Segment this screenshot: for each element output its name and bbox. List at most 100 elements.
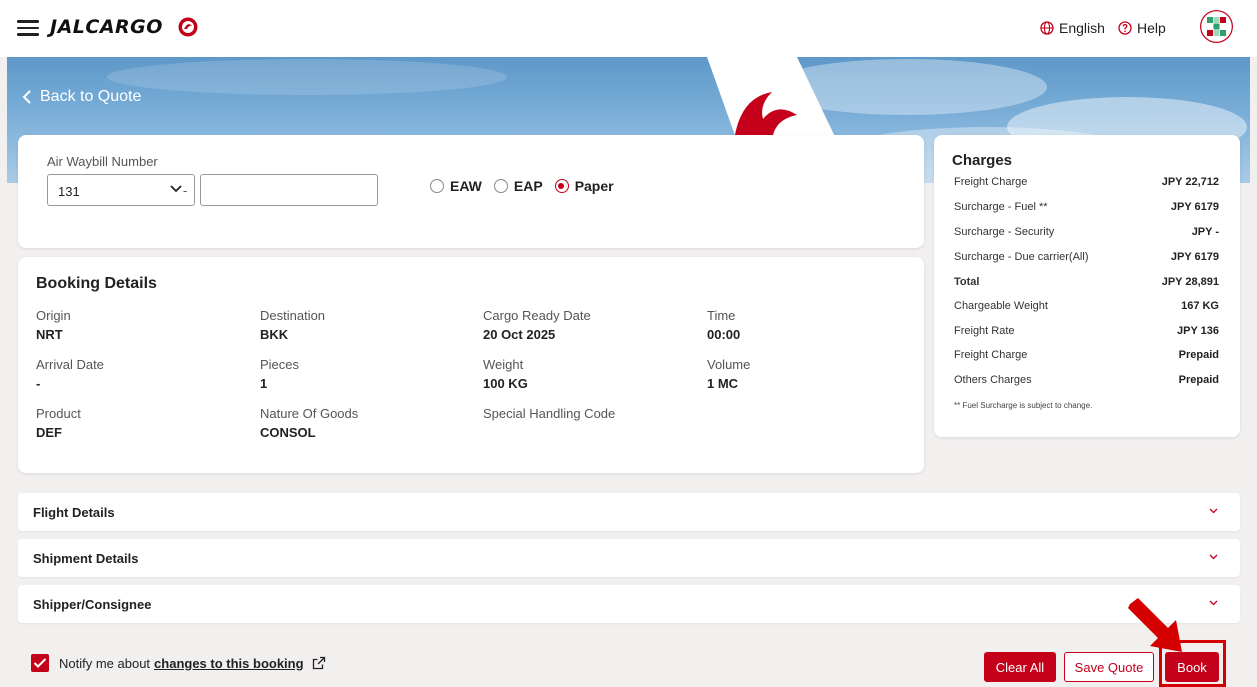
awb-label: Air Waybill Number (47, 154, 158, 169)
chevron-down-icon (170, 185, 182, 193)
charge-label: Surcharge - Security (954, 226, 1055, 238)
avatar[interactable] (1200, 10, 1233, 43)
booking-details-card: Booking Details Origin NRT Destination B… (18, 257, 924, 473)
help-icon (1118, 21, 1132, 35)
charge-value: Prepaid (1178, 349, 1219, 361)
field-label: Arrival Date (36, 357, 104, 372)
field-nature-of-goods: Nature Of Goods CONSOL (260, 406, 358, 440)
awb-number-input[interactable] (200, 174, 378, 206)
avatar-icon (1200, 10, 1233, 43)
field-origin: Origin NRT (36, 308, 71, 342)
crane-logo-icon (178, 17, 198, 37)
field-label: Volume (707, 357, 751, 372)
charge-label: Freight Charge (954, 349, 1028, 361)
charge-row: Freight Charge JPY 22,712 (954, 176, 1219, 188)
charge-value: JPY 6179 (1170, 201, 1219, 213)
brand-logo[interactable]: JALCARGO (50, 16, 163, 38)
radio-eaw-label: EAW (450, 178, 482, 194)
awb-type-radio-group: EAW EAP Paper (430, 178, 620, 194)
charge-label: Total (954, 276, 980, 288)
radio-paper-label: Paper (574, 178, 614, 194)
field-destination: Destination BKK (260, 308, 325, 342)
help-link[interactable]: Help (1118, 20, 1166, 36)
clear-all-button[interactable]: Clear All (984, 652, 1056, 682)
booking-details-title: Booking Details (36, 275, 157, 292)
checkmark-icon (33, 658, 47, 668)
save-quote-button[interactable]: Save Quote (1064, 652, 1154, 682)
field-value: 1 MC (707, 376, 739, 391)
field-value: NRT (36, 327, 63, 342)
pointer-arrow-icon (1128, 598, 1182, 652)
field-value: 20 Oct 2025 (483, 327, 556, 342)
chevron-down-icon (1209, 508, 1218, 514)
field-volume: Volume 1 MC (707, 357, 750, 391)
charge-value: JPY - (1191, 226, 1219, 238)
field-value: - (36, 376, 41, 391)
accordion-shipment-details[interactable]: Shipment Details (18, 539, 1240, 577)
awb-separator: - (183, 183, 188, 198)
top-bar: JALCARGO English Help (0, 0, 1257, 57)
notify-row: Notify me about changes to this booking (31, 654, 326, 672)
accordion-title: Flight Details (33, 505, 115, 520)
radio-paper[interactable] (554, 179, 569, 193)
field-label: Time (707, 308, 736, 323)
field-label: Nature Of Goods (260, 406, 359, 421)
awb-prefix-select[interactable]: 131 (47, 174, 195, 206)
field-label: Destination (260, 308, 326, 323)
charge-value: JPY 28,891 (1161, 276, 1219, 288)
accordion-flight-details[interactable]: Flight Details (18, 493, 1240, 531)
field-value: CONSOL (260, 425, 316, 440)
field-special-handling-code: Special Handling Code (483, 406, 615, 425)
external-link-icon[interactable] (312, 656, 326, 670)
charge-row: Surcharge - Due carrier(All) JPY 6179 (954, 251, 1219, 263)
chevron-down-icon (1209, 600, 1218, 606)
field-value: 00:00 (707, 327, 741, 342)
field-value: 100 KG (483, 376, 528, 391)
back-to-quote-link[interactable]: Back to Quote (22, 88, 141, 106)
field-label: Product (36, 406, 81, 421)
charge-label: Freight Charge (954, 176, 1028, 188)
charge-row: Surcharge - Security JPY - (954, 226, 1219, 238)
field-cargo-ready-date: Cargo Ready Date 20 Oct 2025 (483, 308, 591, 342)
charge-label: Others Charges (954, 374, 1032, 386)
charge-row: Others Charges Prepaid (954, 374, 1219, 386)
help-label: Help (1137, 20, 1166, 36)
language-label: English (1059, 20, 1105, 36)
field-value: 1 (260, 376, 268, 391)
charge-row: Freight Charge Prepaid (954, 349, 1219, 361)
charge-row: Chargeable Weight 167 KG (954, 300, 1219, 312)
back-label: Back to Quote (40, 88, 142, 105)
fuel-surcharge-note: ** Fuel Surcharge is subject to change. (954, 401, 1093, 410)
menu-icon[interactable] (17, 20, 39, 36)
field-label: Cargo Ready Date (483, 308, 591, 323)
awb-prefix-value: 131 (58, 184, 80, 199)
field-value: BKK (260, 327, 289, 342)
notify-checkbox[interactable] (31, 654, 49, 672)
charge-row: Freight Rate JPY 136 (954, 325, 1219, 337)
charges-card: Charges Freight Charge JPY 22,712 Surcha… (934, 135, 1240, 437)
changes-to-booking-link[interactable]: changes to this booking (154, 656, 304, 671)
chevron-left-icon (22, 90, 31, 104)
charge-row: Surcharge - Fuel ** JPY 6179 (954, 201, 1219, 213)
field-label: Weight (483, 357, 524, 372)
radio-eaw[interactable] (430, 179, 444, 193)
air-waybill-card: Air Waybill Number 131 - EAW EAP Paper (18, 135, 924, 248)
charges-title: Charges (952, 152, 1013, 169)
radio-eap[interactable] (493, 179, 508, 193)
language-selector[interactable]: English (1040, 20, 1105, 36)
charge-value: JPY 6179 (1170, 251, 1219, 263)
accordion-title: Shipment Details (33, 551, 139, 566)
accordion-shipper-consignee[interactable]: Shipper/Consignee (18, 585, 1240, 623)
charge-label: Freight Rate (954, 325, 1015, 337)
charge-row-total: Total JPY 28,891 (954, 276, 1219, 288)
field-arrival-date: Arrival Date - (36, 357, 104, 391)
charge-value: JPY 22,712 (1161, 176, 1219, 188)
field-label: Pieces (260, 357, 300, 372)
charge-value: 167 KG (1181, 300, 1219, 312)
field-value: DEF (36, 425, 62, 440)
radio-eap-label: EAP (513, 178, 543, 194)
charge-value: Prepaid (1178, 374, 1219, 386)
field-product: Product DEF (36, 406, 81, 440)
charge-label: Chargeable Weight (954, 300, 1048, 312)
field-time: Time 00:00 (707, 308, 740, 342)
